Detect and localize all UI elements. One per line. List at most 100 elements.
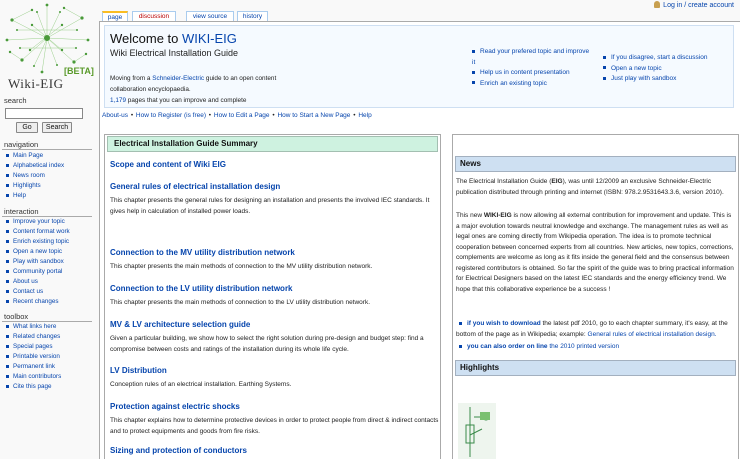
general-rules-link[interactable]: General rules of electrical installation… (588, 331, 717, 338)
sidebar-item-special-pages[interactable]: Special pages (6, 342, 61, 352)
sidebar-item-play-with-sandbox[interactable]: Play with sandbox (6, 257, 70, 267)
bullet-icon (472, 81, 475, 85)
section-link-general-rules-of-electrical-installation-design[interactable]: General rules of electrical installation… (110, 182, 280, 191)
sidebar-item-improve-your-topic[interactable]: Improve your topic (6, 217, 70, 227)
order-bullet: you can also order on line the 2010 prin… (456, 342, 736, 353)
section-link-protection-against-electric-shocks[interactable]: Protection against electric shocks (110, 402, 240, 411)
quick-links: About-us • How to Register (is free) • H… (102, 112, 372, 119)
sidebar-item-permanent-link[interactable]: Permanent link (6, 362, 61, 372)
interaction-heading: interaction (4, 207, 39, 216)
section-description: Given a particular building, we show how… (110, 335, 424, 353)
toolbox-heading: toolbox (4, 312, 29, 321)
summary-heading: Electrical Installation Guide Summary (107, 136, 438, 152)
section-link-connection-to-the-mv-utility-distribution-network[interactable]: Connection to the MV utility distributio… (110, 248, 295, 257)
quicklink-about-us[interactable]: About-us (102, 112, 128, 119)
sidebar-item-contact-us[interactable]: Contact us (6, 287, 70, 297)
search-heading: search (4, 96, 27, 105)
portlet-divider (2, 149, 92, 150)
sidebar-item-printable-version[interactable]: Printable version (6, 352, 61, 362)
welcome-box: Welcome to WIKI-EIG Wiki Electrical Inst… (104, 25, 734, 108)
tab-history[interactable]: history (237, 11, 268, 21)
tab-view-source[interactable]: view source (186, 11, 234, 21)
bullet-icon (603, 55, 606, 59)
logo-wordmark: Wiki-EIG (8, 76, 64, 91)
sidebar-item-related-changes[interactable]: Related changes (6, 332, 61, 342)
section-description: This chapter presents the main methods o… (110, 263, 373, 270)
welcome-link-read-your-prefered-topic-and-improve-it[interactable]: Read your prefered topic and improve it (472, 47, 590, 68)
bullet-icon (603, 66, 606, 70)
sidebar-item-help[interactable]: Help (6, 191, 64, 201)
bullet-icon (6, 384, 9, 388)
section-link-lv-distribution[interactable]: LV Distribution (110, 366, 167, 375)
sidebar-item-news-room[interactable]: News room (6, 171, 64, 181)
highlights-heading: Highlights (455, 360, 736, 376)
bullet-icon (6, 344, 9, 348)
sidebar-item-highlights[interactable]: Highlights (6, 181, 64, 191)
sidebar-item-content-format-work[interactable]: Content format work (6, 227, 70, 237)
interaction-list: Improve your topic Content format work Enr… (6, 217, 70, 307)
brand-link[interactable]: WIKI-EIG (182, 31, 237, 46)
navigation-heading: navigation (4, 140, 39, 149)
user-icon (654, 1, 661, 8)
main-content: Welcome to WIKI-EIG Wiki Electrical Inst… (99, 21, 740, 459)
bullet-icon (6, 193, 9, 197)
welcome-link-just-play-with-sandbox[interactable]: Just play with sandbox (603, 74, 733, 85)
bullet-icon (6, 163, 9, 167)
sidebar-item-main-page[interactable]: Main Page (6, 151, 64, 161)
login-link[interactable]: Log in / create account (654, 1, 734, 9)
bullet-icon (6, 324, 9, 328)
sidebar-item-recent-changes[interactable]: Recent changes (6, 297, 70, 307)
sidebar-item-alphabetical-index[interactable]: Alphabetical index (6, 161, 64, 171)
page-count-link[interactable]: 1,179 (110, 97, 126, 104)
schneider-link[interactable]: Schneider-Electric (152, 75, 204, 82)
tab-discussion[interactable]: discussion (132, 11, 176, 21)
go-button[interactable]: Go (16, 122, 38, 133)
section-link-mv-lv-architecture-selection-guide[interactable]: MV & LV architecture selection guide (110, 320, 250, 329)
tab-page[interactable]: page (102, 11, 128, 21)
bullet-icon (6, 173, 9, 177)
summary-box: Electrical Installation Guide Summary Sc… (104, 134, 441, 459)
section-link-scope-and-content-of-wiki-eig[interactable]: Scope and content of Wiki EIG (110, 160, 226, 169)
separator: • (129, 112, 135, 119)
welcome-link-open-a-new-topic[interactable]: Open a new topic (603, 64, 733, 75)
quicklink-how-to-edit-a-page[interactable]: How to Edit a Page (214, 112, 270, 119)
bullet-icon (6, 229, 9, 233)
news-paragraph-2: This new WIKI-EIG is now allowing all ex… (456, 212, 734, 293)
sidebar-item-about-us[interactable]: About us (6, 277, 70, 287)
sidebar-item-community-portal[interactable]: Community portal (6, 267, 70, 277)
page-title: Welcome to WIKI-EIG (110, 31, 237, 46)
quicklink-how-to-register-is-free[interactable]: How to Register (is free) (136, 112, 206, 119)
search-input[interactable] (5, 108, 83, 119)
separator: • (270, 112, 277, 119)
bullet-icon (6, 183, 9, 187)
sidebar-item-main-contributors[interactable]: Main contributors (6, 372, 61, 382)
circuit-diagram-icon[interactable] (458, 403, 496, 459)
welcome-actions-list: Read your prefered topic and improve it H… (472, 47, 590, 89)
section-link-sizing-and-protection-of-conductors[interactable]: Sizing and protection of conductors (110, 446, 247, 455)
section-description: This chapter presents the general rules … (110, 197, 430, 215)
site-logo[interactable]: [BETA] Wiki-EIG (2, 0, 94, 95)
quicklink-help[interactable]: Help (358, 112, 371, 119)
intro-text: Moving from a Schneider-Electric guide t… (110, 75, 277, 104)
bullet-icon (6, 299, 9, 303)
sidebar-item-cite-this-page[interactable]: Cite this page (6, 382, 61, 392)
section-link-connection-to-the-lv-utility-distribution-network[interactable]: Connection to the LV utility distributio… (110, 284, 293, 293)
bullet-icon (6, 249, 9, 253)
sidebar-item-enrich-existing-topic[interactable]: Enrich existing topic (6, 237, 70, 247)
page-subtitle: Wiki Electrical Installation Guide (110, 48, 239, 58)
welcome-link-help-us-in-content-presentation[interactable]: Help us in content presentation (472, 68, 590, 79)
printed-version-link[interactable]: the 2010 printed version (548, 343, 619, 350)
bullet-icon (6, 334, 9, 338)
sidebar-item-what-links-here[interactable]: What links here (6, 322, 61, 332)
welcome-link-enrich-an-existing-topic[interactable]: Enrich an existing topic (472, 79, 590, 90)
quicklink-how-to-start-a-new-page[interactable]: How to Start a New Page (277, 112, 350, 119)
bullet-icon (6, 269, 9, 273)
welcome-discussion-list: If you disagree, start a discussion Open … (603, 53, 733, 85)
section-description: This chapter presents the main methods o… (110, 299, 371, 306)
welcome-link-if-you-disagree-start-a-discussion[interactable]: If you disagree, start a discussion (603, 53, 733, 64)
sidebar-item-open-a-new-topic[interactable]: Open a new topic (6, 247, 70, 257)
bullet-icon (603, 76, 606, 80)
search-button[interactable]: Search (42, 122, 72, 133)
bullet-icon (6, 239, 9, 243)
bullet-icon (6, 374, 9, 378)
